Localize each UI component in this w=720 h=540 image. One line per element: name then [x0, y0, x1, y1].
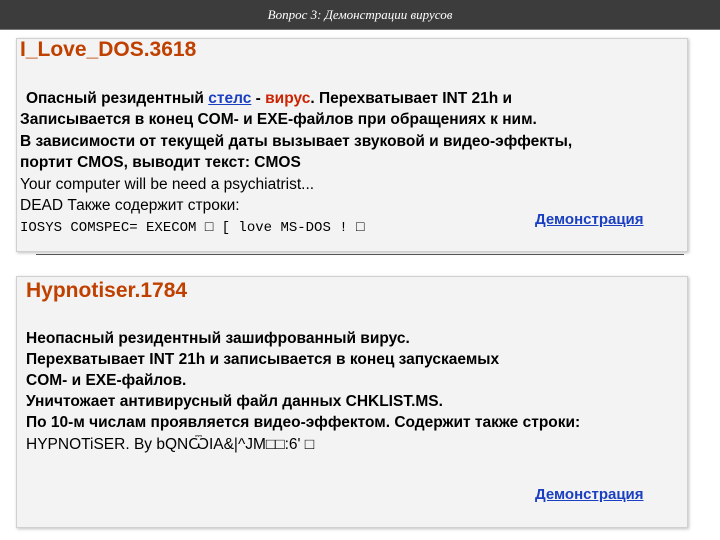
section-2-line-2: Перехватывает INT 21h и записывается в к… — [26, 351, 500, 368]
section-1-line-6: DEAD Также содержит строки: — [20, 197, 240, 214]
section-divider — [36, 254, 684, 255]
section-1-line-4: портит CMOS, выводит текст: CMOS — [20, 154, 301, 171]
section-2-line-4: Уничтожает антивирусный файл данных CHKL… — [26, 393, 443, 410]
line-1-prefix: Опасный резидентный — [26, 90, 209, 107]
demo-link-1[interactable]: Демонстрация — [535, 211, 644, 228]
line-1-dash: - — [251, 90, 266, 107]
section-1-line-5: Your computer will be need a psychiatris… — [20, 176, 315, 193]
line-1-rest: . Перехватывает INT 21h и — [310, 90, 513, 107]
section-2-heading: Hypnotiser.1784 — [26, 279, 188, 302]
section-2-line-3: COM- и EXE-файлов. — [26, 372, 187, 389]
stels-link[interactable]: стелс — [208, 90, 251, 107]
section-2-line-6: HYPNOTiSER. By bQNѾIA&|^JM□□:6' □ — [26, 436, 315, 453]
demo-link-2[interactable]: Демонстрация — [535, 486, 644, 503]
section-2-line-1: Неопасный резидентный зашифрованный виру… — [26, 330, 410, 347]
section-1-line-3: В зависимости от текущей даты вызывает з… — [20, 133, 573, 150]
section-1-heading: I_Love_DOS.3618 — [20, 38, 197, 61]
virus-term: вирус — [265, 90, 311, 107]
section-2-line-5: По 10-м числам проявляется видео-эффекто… — [26, 414, 581, 431]
slide-title: Вопрос 3: Демонстрации вирусов — [267, 6, 453, 22]
section-1-line-7: IOSYS COMSPEC= EXECOM □ [ love MS-DOS ! … — [20, 220, 365, 236]
section-1-line-2: Записывается в конец COM- и EXE-файлов п… — [20, 111, 537, 128]
slide-header: Вопрос 3: Демонстрации вирусов — [0, 0, 720, 30]
section-1-line-1: Опасный резидентный стелс - вирус. Перех… — [26, 88, 512, 110]
